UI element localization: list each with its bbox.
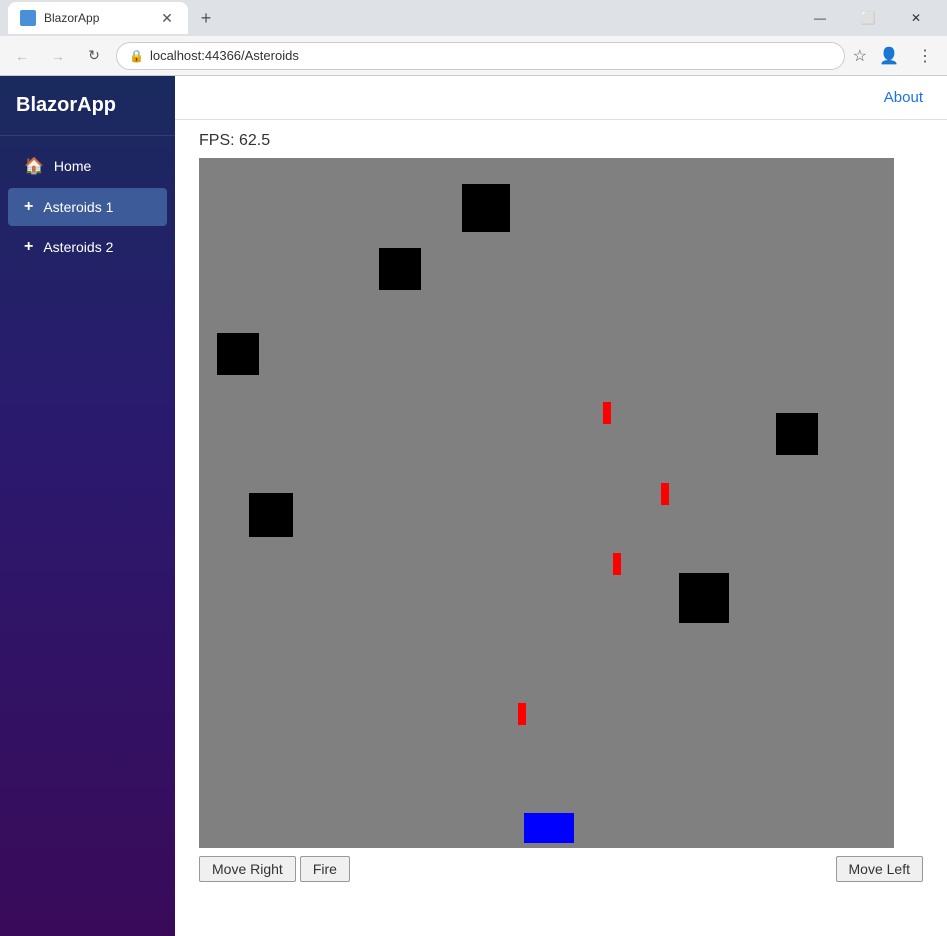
plus-icon-asteroids2: + <box>24 238 33 256</box>
asteroid-2 <box>217 333 259 375</box>
window-close-button[interactable]: ✕ <box>893 2 939 34</box>
player-ship <box>524 813 574 843</box>
asteroid-5 <box>679 573 729 623</box>
sidebar-item-asteroids1[interactable]: + Asteroids 1 <box>8 188 167 226</box>
sidebar-nav: 🏠 Home + Asteroids 1 + Asteroids 2 <box>0 136 175 276</box>
address-bar: ← → ↻ 🔒 localhost:44366/Asteroids ☆ 👤 ⋮ <box>0 36 947 76</box>
move-right-button[interactable]: Move Right <box>199 856 296 882</box>
new-tab-button[interactable]: + <box>192 4 220 32</box>
asteroid-3 <box>249 493 293 537</box>
back-button[interactable]: ← <box>8 42 36 70</box>
game-area: FPS: 62.5 Move Right Fire Move Left <box>175 120 947 936</box>
browser-menu-button[interactable]: ⋮ <box>911 42 939 70</box>
game-canvas <box>199 158 894 848</box>
tab-favicon <box>20 10 36 26</box>
move-left-button[interactable]: Move Left <box>836 856 923 882</box>
asteroid-1 <box>379 248 421 290</box>
about-link[interactable]: About <box>884 89 923 106</box>
browser-chrome: BlazorApp ✕ + — ⬜ ✕ ← → ↻ 🔒 localhost:44… <box>0 0 947 76</box>
app-container: BlazorApp 🏠 Home + Asteroids 1 + Asteroi… <box>0 76 947 936</box>
browser-tab[interactable]: BlazorApp ✕ <box>8 2 188 34</box>
fire-button[interactable]: Fire <box>300 856 350 882</box>
top-bar: About <box>175 76 947 120</box>
maximize-button[interactable]: ⬜ <box>845 2 891 34</box>
sidebar-item-asteroids1-label: Asteroids 1 <box>43 199 113 215</box>
bullet-1 <box>661 483 669 505</box>
sidebar-item-home-label: Home <box>54 158 91 174</box>
bookmark-icon[interactable]: ☆ <box>853 46 867 66</box>
sidebar-item-home[interactable]: 🏠 Home <box>8 146 167 186</box>
sidebar: BlazorApp 🏠 Home + Asteroids 1 + Asteroi… <box>0 76 175 936</box>
bullet-0 <box>603 402 611 424</box>
forward-button[interactable]: → <box>44 42 72 70</box>
fps-display: FPS: 62.5 <box>199 132 923 150</box>
bullet-3 <box>518 703 526 725</box>
window-controls: — ⬜ ✕ <box>797 2 939 34</box>
asteroid-4 <box>776 413 818 455</box>
controls: Move Right Fire Move Left <box>199 848 923 890</box>
tab-title: BlazorApp <box>44 11 150 25</box>
sidebar-item-asteroids2[interactable]: + Asteroids 2 <box>8 228 167 266</box>
asteroid-0 <box>462 184 510 232</box>
lock-icon: 🔒 <box>129 49 144 63</box>
minimize-button[interactable]: — <box>797 2 843 34</box>
profile-button[interactable]: 👤 <box>875 42 903 70</box>
url-text: localhost:44366/Asteroids <box>150 48 832 63</box>
sidebar-brand: BlazorApp <box>0 76 175 136</box>
bullet-2 <box>613 553 621 575</box>
home-icon: 🏠 <box>24 156 44 176</box>
sidebar-item-asteroids2-label: Asteroids 2 <box>43 239 113 255</box>
title-bar: BlazorApp ✕ + — ⬜ ✕ <box>0 0 947 36</box>
url-bar[interactable]: 🔒 localhost:44366/Asteroids <box>116 42 845 70</box>
plus-icon-asteroids1: + <box>24 198 33 216</box>
refresh-button[interactable]: ↻ <box>80 42 108 70</box>
main-content: About FPS: 62.5 Move Right Fire Move Lef… <box>175 76 947 936</box>
tab-close-button[interactable]: ✕ <box>158 9 176 27</box>
